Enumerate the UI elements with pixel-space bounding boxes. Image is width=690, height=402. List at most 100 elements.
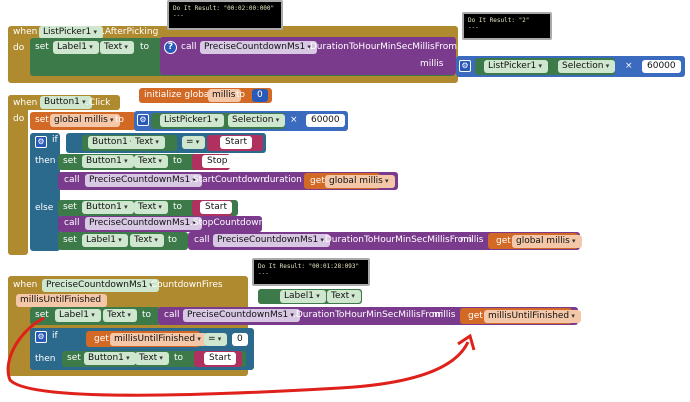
millis-param-2: millis xyxy=(460,235,484,245)
millis-until-finished-getter[interactable]: millisUntilFinished xyxy=(484,310,581,323)
call-keyword-3: call xyxy=(64,218,80,228)
do-it-result-bubble-3: Do It Result: "00:01:28:093" --- xyxy=(252,258,370,286)
help-icon[interactable]: ? xyxy=(164,41,177,54)
label1-dropdown-2[interactable]: Label1 xyxy=(82,234,128,247)
when-keyword: when xyxy=(13,27,38,37)
stop-countdown-method: .StopCountdown xyxy=(190,218,265,228)
duration-method-2: .DurationToHourMinSecMillisFrom xyxy=(322,235,473,245)
duration-param: duration xyxy=(264,175,302,185)
to-keyword-6: to xyxy=(142,310,152,320)
gear-icon-4[interactable]: ⚙ xyxy=(35,331,47,343)
label1-dropdown[interactable]: Label1 xyxy=(53,41,99,54)
click-event-name: .Click xyxy=(86,98,111,108)
number-60000[interactable]: 60000 xyxy=(642,60,681,73)
when-keyword-3: when xyxy=(13,280,38,290)
gear-icon-3[interactable]: ⚙ xyxy=(35,136,47,148)
button1-component-dropdown[interactable]: Button1 xyxy=(40,96,92,109)
text-dropdown-5[interactable]: Text xyxy=(103,309,137,322)
selection-dropdown-2[interactable]: Selection xyxy=(228,114,286,127)
when-keyword-2: when xyxy=(13,98,38,108)
countdown-dropdown-2[interactable]: PreciseCountdownMs1 xyxy=(85,174,202,187)
stop-string[interactable]: Stop xyxy=(202,155,233,168)
countdown-component-dropdown-3[interactable]: PreciseCountdownMs1 xyxy=(42,279,159,292)
text-dropdown-2[interactable]: Text xyxy=(134,155,168,168)
countdown-component-dropdown[interactable]: PreciseCountdownMs1 xyxy=(200,41,317,54)
button1-dropdown-3[interactable]: Button1 xyxy=(82,201,134,214)
get-keyword-4: get xyxy=(94,334,109,344)
if-else-block[interactable] xyxy=(30,133,60,251)
to-keyword: to xyxy=(140,42,150,52)
text-dropdown[interactable]: Text xyxy=(131,136,165,149)
call-keyword-2: call xyxy=(64,175,80,185)
text-dropdown-6[interactable]: Text xyxy=(135,352,169,365)
then-keyword: then xyxy=(35,156,56,166)
do-keyword-2: do xyxy=(13,114,25,124)
countdown-dropdown-4[interactable]: PreciseCountdownMs1 xyxy=(213,234,330,247)
millis-param-3: millis xyxy=(432,310,456,320)
listpicker-dropdown-2[interactable]: ListPicker1 xyxy=(160,114,225,127)
to-keyword-2: to xyxy=(115,115,125,125)
start-string-2[interactable]: Start xyxy=(200,201,232,214)
global-millis-getter-dropdown-2[interactable]: global millis xyxy=(512,235,582,248)
set-keyword-6: set xyxy=(35,310,49,320)
set-keyword: set xyxy=(35,42,49,52)
then-keyword-2: then xyxy=(35,354,56,364)
text-prop-dropdown[interactable]: Text xyxy=(100,41,134,54)
millis-param-label: millis xyxy=(420,59,444,69)
gear-icon[interactable]: ⚙ xyxy=(459,60,471,72)
duration-method-3: .DurationToHourMinSecMillisFrom xyxy=(293,310,444,320)
init-to-keyword: to xyxy=(236,90,246,100)
button1-dropdown-4[interactable]: Button1 xyxy=(84,352,136,365)
countdown-dropdown-5[interactable]: PreciseCountdownMs1 xyxy=(183,309,300,322)
get-keyword-2: get xyxy=(496,236,511,246)
start-string-3[interactable]: Start xyxy=(204,352,236,365)
gear-icon-2[interactable]: ⚙ xyxy=(137,114,149,126)
initialize-global-keyword: initialize global xyxy=(144,90,212,100)
to-keyword-7: to xyxy=(174,353,184,363)
set-keyword-3: set xyxy=(63,156,77,166)
floating-text-dropdown[interactable]: Text xyxy=(327,290,361,303)
to-keyword-4: to xyxy=(173,202,183,212)
number-60000-2[interactable]: 60000 xyxy=(306,114,345,127)
floating-label1-dropdown[interactable]: Label1 xyxy=(280,290,326,303)
else-keyword: else xyxy=(35,203,54,213)
to-keyword-5: to xyxy=(168,235,178,245)
multiply-symbol: × xyxy=(625,61,633,71)
set-keyword-7: set xyxy=(67,353,81,363)
method-name: .DurationToHourMinSecMillisFrom xyxy=(307,42,458,52)
get-keyword-3: get xyxy=(468,311,483,321)
do-it-result-bubble-1: Do It Result: "00:02:00:000" --- xyxy=(167,0,283,30)
set-keyword-2: set xyxy=(35,115,49,125)
set-keyword-5: set xyxy=(63,235,77,245)
do-keyword: do xyxy=(13,43,25,53)
init-value[interactable]: 0 xyxy=(252,89,268,102)
global-millis-dropdown[interactable]: global millis xyxy=(50,114,120,127)
do-it-result-bubble-2: Do It Result: "2" --- xyxy=(462,12,552,40)
get-keyword: get xyxy=(310,176,325,186)
call-keyword: call xyxy=(181,42,197,52)
label1-dropdown-3[interactable]: Label1 xyxy=(55,309,101,322)
start-string[interactable]: Start xyxy=(220,136,252,149)
set-keyword-4: set xyxy=(63,202,77,212)
to-keyword-3: to xyxy=(173,156,183,166)
if-keyword: if xyxy=(52,135,58,145)
multiply-symbol-2: × xyxy=(290,115,298,125)
equals-dropdown[interactable]: = xyxy=(182,136,206,149)
millis-until-finished-param[interactable]: millisUntilFinished xyxy=(16,294,108,307)
text-dropdown-4[interactable]: Text xyxy=(130,234,164,247)
equals-dropdown-2[interactable]: = xyxy=(204,333,228,346)
text-dropdown-3[interactable]: Text xyxy=(134,201,168,214)
call-keyword-4: call xyxy=(194,235,210,245)
selection-prop-dropdown[interactable]: Selection xyxy=(558,60,616,73)
countdown-dropdown-3[interactable]: PreciseCountdownMs1 xyxy=(85,217,202,230)
global-millis-getter-dropdown[interactable]: global millis xyxy=(325,175,395,188)
zero-number[interactable]: 0 xyxy=(232,333,248,346)
millis-until-finished-getter-2[interactable]: millisUntilFinished xyxy=(110,333,207,346)
start-countdown-method: .StartCountdown xyxy=(190,175,266,185)
call-keyword-5: call xyxy=(164,310,180,320)
button1-dropdown-2[interactable]: Button1 xyxy=(82,155,134,168)
if-keyword-2: if xyxy=(52,331,58,341)
listpicker-dropdown[interactable]: ListPicker1 xyxy=(484,60,549,73)
countdown-fires-event: .CountdownFires xyxy=(148,280,223,290)
event-name: .AfterPicking xyxy=(102,27,159,37)
